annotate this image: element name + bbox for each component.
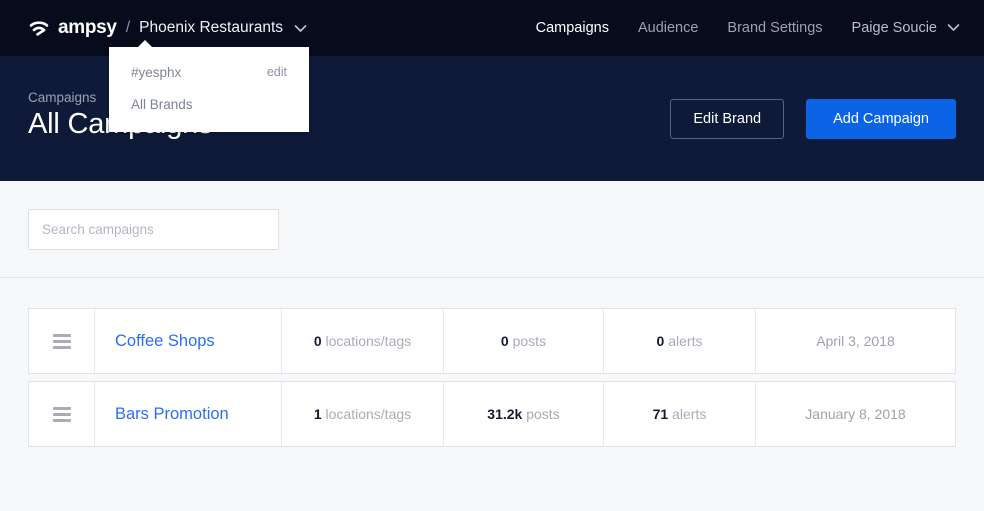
edit-brand-link[interactable]: edit bbox=[267, 65, 287, 79]
current-brand-name: Phoenix Restaurants bbox=[139, 19, 284, 36]
posts-cell: 0 posts bbox=[444, 309, 604, 373]
table-row[interactable]: Bars Promotion 1 locations/tags 31.2k po… bbox=[28, 381, 956, 447]
posts-value: 0 bbox=[500, 333, 509, 349]
logo-wordmark: ampsy bbox=[58, 17, 117, 38]
posts-label: posts bbox=[512, 333, 547, 349]
dropdown-item-label: All Brands bbox=[131, 96, 193, 112]
alerts-value: 71 bbox=[652, 406, 669, 422]
campaign-name-cell: Bars Promotion bbox=[95, 382, 282, 446]
posts-cell: 31.2k posts bbox=[444, 382, 604, 446]
dropdown-caret bbox=[137, 40, 153, 48]
search-toolbar bbox=[0, 181, 984, 278]
search-input[interactable] bbox=[28, 209, 279, 250]
date-cell: April 3, 2018 bbox=[756, 309, 955, 373]
locations-value: 0 bbox=[313, 333, 322, 349]
user-account-menu[interactable]: Paige Soucie bbox=[852, 19, 960, 37]
brand-dropdown-menu: #yesphx edit All Brands bbox=[109, 40, 309, 132]
locations-label: locations/tags bbox=[325, 333, 412, 349]
posts-value: 31.2k bbox=[487, 406, 523, 422]
campaign-link[interactable]: Coffee Shops bbox=[115, 332, 215, 351]
alerts-cell: 0 alerts bbox=[604, 309, 756, 373]
locations-cell: 1 locations/tags bbox=[282, 382, 444, 446]
hero-action-buttons: Edit Brand Add Campaign bbox=[670, 99, 956, 139]
date-cell: January 8, 2018 bbox=[756, 382, 955, 446]
campaign-link[interactable]: Bars Promotion bbox=[115, 405, 229, 424]
campaign-date: April 3, 2018 bbox=[816, 333, 895, 349]
app-root: ampsy / Phoenix Restaurants Campaigns Au… bbox=[0, 0, 984, 511]
alerts-cell: 71 alerts bbox=[604, 382, 756, 446]
ampsy-broadcast-icon bbox=[28, 17, 50, 39]
alerts-label: alerts bbox=[668, 333, 703, 349]
table-row[interactable]: Coffee Shops 0 locations/tags 0 posts 0 … bbox=[28, 308, 956, 374]
edit-brand-button[interactable]: Edit Brand bbox=[670, 99, 785, 139]
drag-handle-icon[interactable] bbox=[29, 309, 95, 373]
alerts-value: 0 bbox=[656, 333, 665, 349]
dropdown-item-yesphx[interactable]: #yesphx edit bbox=[109, 56, 309, 88]
campaign-date: January 8, 2018 bbox=[805, 406, 906, 422]
breadcrumb[interactable]: Campaigns bbox=[28, 90, 96, 105]
user-name-label: Paige Soucie bbox=[851, 20, 937, 36]
chevron-down-icon[interactable] bbox=[294, 24, 307, 33]
dropdown-item-label: #yesphx bbox=[131, 64, 182, 80]
dropdown-item-all-brands[interactable]: All Brands bbox=[109, 88, 309, 120]
nav-item-audience[interactable]: Audience bbox=[638, 20, 698, 36]
campaigns-table: Coffee Shops 0 locations/tags 0 posts 0 … bbox=[0, 278, 984, 511]
chevron-down-icon bbox=[947, 19, 960, 37]
locations-value: 1 bbox=[313, 406, 322, 422]
locations-cell: 0 locations/tags bbox=[282, 309, 444, 373]
posts-label: posts bbox=[526, 406, 560, 422]
alerts-label: alerts bbox=[672, 406, 707, 422]
add-campaign-button[interactable]: Add Campaign bbox=[806, 99, 956, 139]
main-navigation: Campaigns Audience Brand Settings Paige … bbox=[536, 0, 960, 56]
nav-item-brand-settings[interactable]: Brand Settings bbox=[727, 20, 822, 36]
campaign-name-cell: Coffee Shops bbox=[95, 309, 282, 373]
locations-label: locations/tags bbox=[325, 406, 412, 422]
brand-separator: / bbox=[125, 19, 131, 36]
drag-handle-icon[interactable] bbox=[29, 382, 95, 446]
nav-item-campaigns[interactable]: Campaigns bbox=[536, 20, 609, 36]
